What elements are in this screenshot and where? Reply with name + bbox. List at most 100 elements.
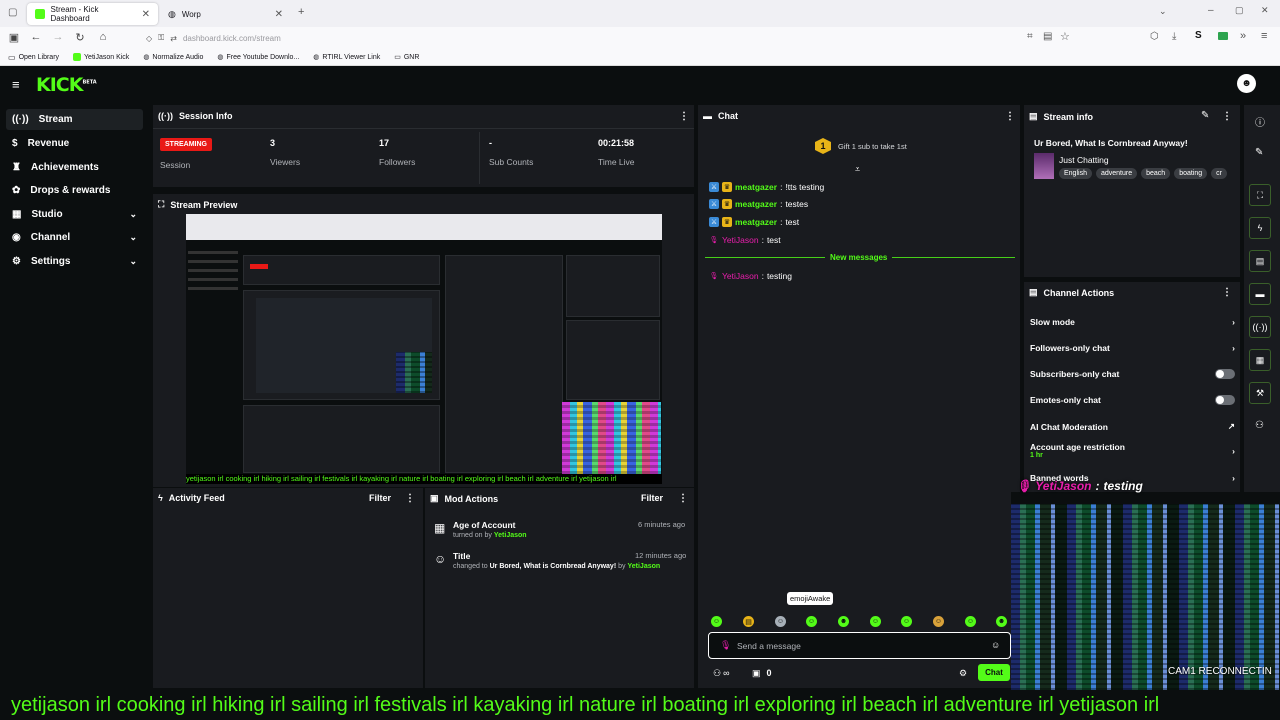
translate-icon[interactable]: ⌗ bbox=[1027, 31, 1033, 42]
category-name[interactable]: Just Chatting bbox=[1059, 155, 1109, 165]
emote-icon[interactable]: ☺ bbox=[965, 616, 976, 627]
forward-icon[interactable]: → bbox=[51, 31, 65, 43]
home-icon[interactable]: ⌂ bbox=[96, 31, 110, 43]
activity-feed-menu-icon[interactable]: ⋮ bbox=[405, 493, 415, 504]
tab-worp[interactable]: ◍ Worp ✕ bbox=[160, 3, 291, 25]
close-tab-icon[interactable]: ✕ bbox=[275, 9, 283, 20]
rail-info-button[interactable]: ▤ bbox=[1249, 250, 1271, 272]
emote-awake-icon[interactable]: ☺ bbox=[806, 616, 817, 627]
session-info-menu-icon[interactable]: ⋮ bbox=[679, 111, 689, 122]
rail-activity-button[interactable]: ϟ bbox=[1249, 217, 1271, 239]
close-tab-icon[interactable]: ✕ bbox=[142, 9, 150, 20]
chat-username[interactable]: meatgazer bbox=[735, 217, 777, 227]
tab-list-icon[interactable]: ▢ bbox=[8, 7, 17, 18]
new-tab-icon[interactable]: + bbox=[298, 6, 304, 18]
bookmark-star-icon[interactable]: ☆ bbox=[1060, 30, 1070, 43]
stream-info-menu-icon[interactable]: ⋮ bbox=[1222, 111, 1232, 122]
ai-moderation-row[interactable]: AI Chat Moderation ↗ bbox=[1030, 421, 1235, 432]
tag-chip[interactable]: boating bbox=[1174, 168, 1208, 179]
sidebar-toggle-icon[interactable]: ▣ bbox=[7, 31, 21, 44]
reload-icon[interactable]: ↻ bbox=[73, 31, 87, 44]
rail-layout-button[interactable]: ▦ bbox=[1249, 349, 1271, 371]
emotes-only-toggle[interactable] bbox=[1215, 395, 1235, 405]
sidebar-item-drops[interactable]: ✿ Drops & rewards bbox=[6, 180, 143, 201]
panel-title: Chat bbox=[718, 111, 738, 121]
rail-broadcast-button[interactable]: ((·)) bbox=[1249, 316, 1271, 338]
chat-menu-icon[interactable]: ⋮ bbox=[1005, 111, 1015, 122]
status-badge: STREAMING bbox=[160, 138, 212, 151]
mod-user-link[interactable]: YetiJason bbox=[627, 563, 660, 570]
sidebar-item-stream[interactable]: ((·)) Stream bbox=[6, 109, 143, 130]
chat-username[interactable]: meatgazer bbox=[735, 182, 777, 192]
mod-filter-button[interactable]: Filter bbox=[641, 493, 663, 503]
channel-actions-menu-icon[interactable]: ⋮ bbox=[1222, 287, 1232, 298]
kick-logo[interactable]: KICKBETA bbox=[36, 74, 97, 96]
reader-view-icon[interactable]: ▤ bbox=[1043, 31, 1052, 42]
chat-input[interactable]: Send a message bbox=[737, 641, 801, 651]
bookmark-item[interactable]: ◍ Free Youtube Downlo... bbox=[217, 53, 299, 62]
emote-icon[interactable]: ☺ bbox=[775, 616, 786, 627]
slow-mode-row[interactable]: Slow mode › bbox=[1030, 317, 1235, 327]
overflow-menu-icon[interactable]: » bbox=[1240, 30, 1246, 42]
address-bar[interactable]: ◇ ⚿ ⇄ dashboard.kick.com/stream bbox=[140, 30, 1076, 46]
list-tabs-icon[interactable]: ⌄ bbox=[1159, 6, 1167, 17]
subscribers-only-toggle[interactable] bbox=[1215, 369, 1235, 379]
edit-pencil-icon[interactable]: ✎ bbox=[1201, 110, 1209, 121]
emoji-picker-icon[interactable]: ☺ bbox=[991, 640, 1000, 650]
sidebar-item-channel[interactable]: ◉ Channel ⌄ bbox=[6, 227, 143, 248]
bookmark-item[interactable]: ◍ Normalize Audio bbox=[143, 53, 203, 62]
rail-preview-button[interactable]: ⛶ bbox=[1249, 184, 1271, 206]
emote-icon[interactable]: ☺ bbox=[901, 616, 912, 627]
menu-icon[interactable]: ≡ bbox=[12, 77, 20, 92]
category-thumbnail[interactable] bbox=[1034, 153, 1054, 179]
bookmark-item[interactable]: ▭ GNR bbox=[394, 53, 419, 62]
emote-icon[interactable]: ☻ bbox=[838, 616, 849, 627]
pencil-icon[interactable]: ✎ bbox=[1255, 147, 1263, 158]
tag-chip[interactable]: beach bbox=[1141, 168, 1171, 179]
gift-sub-text[interactable]: Gift 1 sub to take 1st bbox=[838, 142, 907, 151]
tag-chip[interactable]: adventure bbox=[1095, 168, 1138, 179]
maximize-icon[interactable]: ▢ bbox=[1235, 5, 1244, 16]
chat-footer-left[interactable]: ⚇ ∞ bbox=[713, 668, 730, 679]
avatar[interactable]: ☻ bbox=[1237, 74, 1256, 93]
chat-username[interactable]: meatgazer bbox=[735, 199, 777, 209]
mod-actions-menu-icon[interactable]: ⋮ bbox=[678, 493, 688, 504]
emote-icon[interactable]: ☺ bbox=[870, 616, 881, 627]
bookmark-item[interactable]: ◍ RTIRL Viewer Link bbox=[313, 53, 380, 62]
chat-settings-icon[interactable]: ⚙ bbox=[959, 668, 967, 679]
extension-s-icon[interactable]: S bbox=[1195, 30, 1202, 41]
activity-filter-button[interactable]: Filter bbox=[369, 493, 391, 503]
chat-username[interactable]: YetiJason bbox=[722, 271, 759, 281]
minimize-icon[interactable]: – bbox=[1208, 5, 1214, 16]
back-icon[interactable]: ← bbox=[29, 31, 43, 43]
bookmark-item[interactable]: YetiJason Kick bbox=[73, 53, 129, 61]
pinned-collapse-icon[interactable]: ⩡ bbox=[855, 164, 860, 175]
emote-icon[interactable]: ☻ bbox=[996, 616, 1007, 627]
send-chat-button[interactable]: Chat bbox=[978, 664, 1010, 681]
sidebar-item-settings[interactable]: ⚙ Settings ⌄ bbox=[6, 251, 143, 272]
rail-tools-button[interactable]: ⚒ bbox=[1249, 382, 1271, 404]
sidebar-item-revenue[interactable]: $ Revenue bbox=[6, 133, 143, 154]
hamburger-menu-icon[interactable]: ≡ bbox=[1261, 30, 1267, 42]
tag-chip[interactable]: cr bbox=[1211, 168, 1227, 179]
account-age-row[interactable]: Account age restriction 1 hr › bbox=[1030, 442, 1235, 459]
sidebar-item-studio[interactable]: ▦ Studio ⌄ bbox=[6, 204, 143, 225]
info-circle-icon[interactable]: ⓘ bbox=[1255, 114, 1265, 129]
pocket-icon[interactable]: ⬡ bbox=[1150, 31, 1159, 42]
sidebar-item-achievements[interactable]: ♜ Achievements bbox=[6, 157, 143, 178]
extension-green-icon[interactable] bbox=[1218, 32, 1228, 40]
bookmark-item[interactable]: ▭ Open Library bbox=[8, 53, 59, 62]
chat-username[interactable]: YetiJason bbox=[722, 235, 759, 245]
followers-only-row[interactable]: Followers-only chat › bbox=[1030, 343, 1235, 353]
emote-icon[interactable]: ▤ bbox=[743, 616, 754, 627]
mod-user-link[interactable]: YetiJason bbox=[494, 532, 527, 539]
tab-kick-dashboard[interactable]: Stream - Kick Dashboard ✕ bbox=[27, 3, 158, 25]
tag-chip[interactable]: English bbox=[1059, 168, 1092, 179]
emote-icon[interactable]: ☺ bbox=[711, 616, 722, 627]
chat-footer-points[interactable]: ▣ 0 bbox=[752, 668, 772, 679]
close-window-icon[interactable]: ✕ bbox=[1261, 5, 1269, 16]
emote-icon[interactable]: ☺ bbox=[933, 616, 944, 627]
rail-chat-button[interactable]: ▬ bbox=[1249, 283, 1271, 305]
share-icon[interactable]: ⚇ bbox=[1255, 420, 1264, 431]
downloads-icon[interactable]: ⤓ bbox=[1172, 31, 1176, 42]
